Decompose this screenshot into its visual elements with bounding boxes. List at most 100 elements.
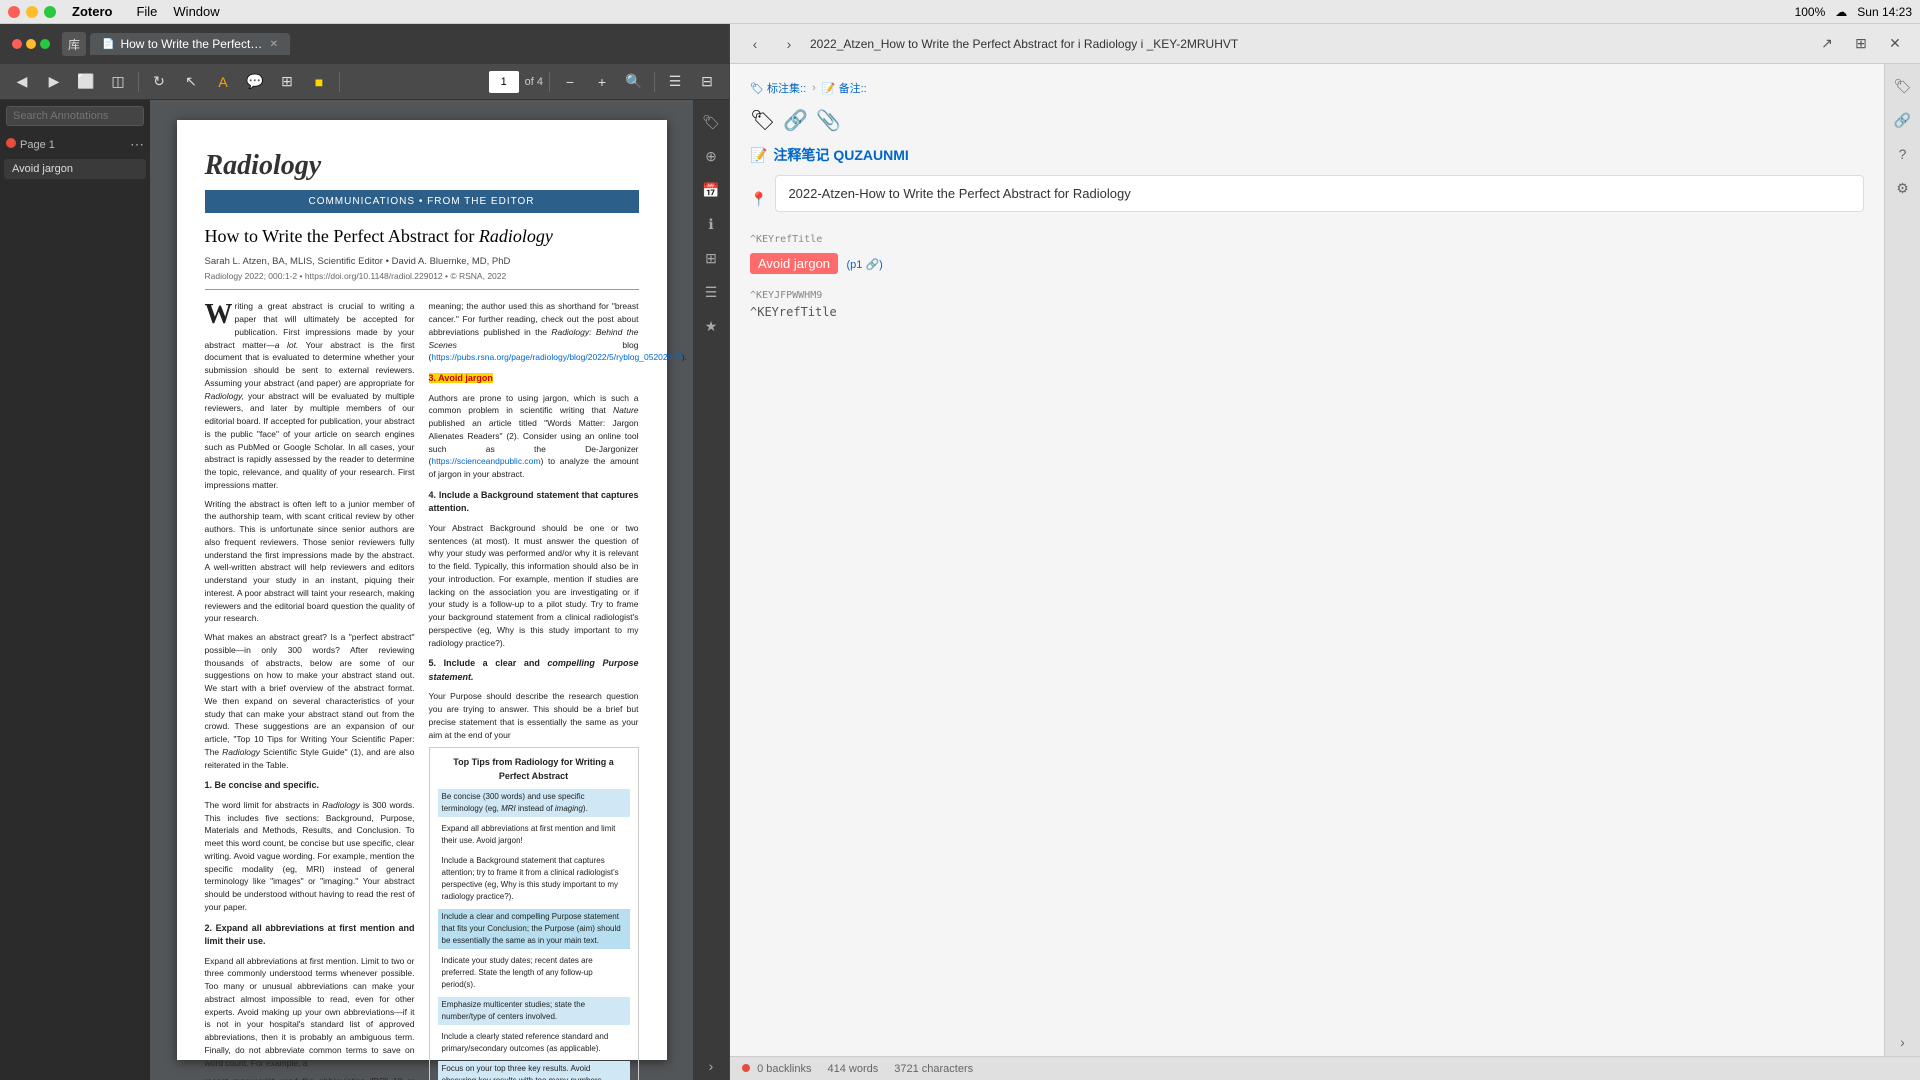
section1-heading: 1. Be concise and specific. [205, 779, 415, 793]
section1-text: The word limit for abstracts in Radiolog… [205, 799, 415, 914]
link-icon: 🔗 [783, 108, 808, 133]
minimize-light[interactable] [26, 6, 38, 18]
menu-window[interactable]: Window [173, 4, 219, 19]
status-bar: 0 backlinks 414 words 3721 characters [730, 1056, 1920, 1080]
color-btn[interactable]: ■ [305, 68, 333, 96]
annotation-avoid-jargon[interactable]: Avoid jargon [4, 159, 146, 179]
cursor-btn[interactable]: ↖ [177, 68, 205, 96]
tip-6: Emphasize multicenter studies; state the… [438, 997, 630, 1025]
section2-text: Expand all abbreviations at first mentio… [205, 955, 415, 1070]
tag-side-icon[interactable]: 🏷 [1889, 72, 1917, 100]
breadcrumb-sep: › [812, 82, 816, 94]
pdf-right-icons: 🏷 ⊕ 📅 ℹ ⊞ ☰ ★ › [693, 100, 729, 1080]
authors: Sarah L. Atzen, BA, MLIS, Scientific Edi… [205, 256, 639, 267]
pdf-tag-icon[interactable]: 🏷 [697, 108, 725, 136]
outline-btn[interactable]: ☰ [661, 68, 689, 96]
zoom-out-btn[interactable]: − [556, 68, 584, 96]
pdf-star-icon[interactable]: ★ [697, 312, 725, 340]
menubar-right: 100% ☁ Sun 14:23 [1795, 5, 1912, 19]
section2-heading: 2. Expand all abbreviations at first men… [205, 922, 415, 949]
forward-btn[interactable]: › [776, 31, 802, 57]
page-menu-btn[interactable]: ⋯ [130, 136, 144, 153]
tip-7: Include a clearly stated reference stand… [438, 1029, 630, 1057]
tip-4: Include a clear and compelling Purpose s… [438, 909, 630, 949]
pdf-tab[interactable]: 📄 How to Write the Perfect A... ✕ [90, 33, 290, 55]
right-toolbar: ‹ › 2022_Atzen_How to Write the Perfect … [730, 24, 1920, 64]
breadcrumb-1[interactable]: 🏷 标注集:: [750, 80, 806, 96]
tip-5: Indicate your study dates; recent dates … [438, 953, 630, 993]
area-select-btn[interactable]: ⊞ [273, 68, 301, 96]
divider3 [549, 72, 550, 92]
dropcap: W [205, 300, 233, 326]
pdf-info-icon[interactable]: ℹ [697, 210, 725, 238]
traffic-lights [8, 6, 56, 18]
pdf-list-icon[interactable]: ☰ [697, 278, 725, 306]
menu-file[interactable]: File [136, 4, 157, 19]
pdf-nav-icon[interactable]: › [697, 1052, 725, 1080]
tip-1: Be concise (300 words) and use specific … [438, 789, 630, 817]
share-btn[interactable]: ↗ [1814, 31, 1840, 57]
tip-8: Focus on your top three key results. Avo… [438, 1061, 630, 1080]
pdf-related-icon[interactable]: ⊕ [697, 142, 725, 170]
tips-box: Top Tips from Radiology for Writing a Pe… [429, 747, 639, 1080]
body-perfect: What makes an abstract great? Is a "perf… [205, 631, 415, 771]
sync-icon[interactable]: ☁ [1835, 5, 1847, 19]
note-title-text: 2022-Atzen-How to Write the Perfect Abst… [788, 186, 1851, 201]
back-btn[interactable]: ‹ [742, 31, 768, 57]
section4-text: Your Abstract Background should be one o… [429, 522, 639, 650]
close-panel-btn[interactable]: ✕ [1882, 31, 1908, 57]
related-side-icon[interactable]: 🔗 [1889, 106, 1917, 134]
ref-title-area: 📍 2022-Atzen-How to Write the Perfect Ab… [750, 175, 1864, 224]
help-side-icon[interactable]: ? [1889, 140, 1917, 168]
rotate-btn[interactable]: ↻ [145, 68, 173, 96]
pdf-close-btn[interactable] [12, 39, 22, 49]
close-light[interactable] [8, 6, 20, 18]
journal-header: Radiology [205, 150, 639, 182]
search-annotations-input[interactable] [6, 106, 144, 126]
zoom-in-btn[interactable]: + [588, 68, 616, 96]
pdf-tab-bar: 库 📄 How to Write the Perfect A... ✕ [0, 24, 729, 64]
body-middle: Writing the abstract is often left to a … [205, 498, 415, 626]
library-icon[interactable]: 库 [62, 32, 86, 56]
note-section-container: 📝 注释笔记 QUZAUNMI 📍 2022-Atzen-How to Writ… [750, 145, 1864, 319]
breadcrumb-2[interactable]: 📝 备注:: [822, 80, 867, 96]
highlight-btn[interactable]: A [209, 68, 237, 96]
pdf-nav-prev-btn[interactable]: ◀ [8, 68, 36, 96]
pdf-nav-next-btn[interactable]: ▶ [40, 68, 68, 96]
breadcrumb-area: 🏷 标注集:: › 📝 备注:: [750, 80, 1864, 96]
article-title-italic: Radiology [479, 226, 553, 246]
tag-value: ^KEYrefTitle [750, 305, 1864, 319]
pdf-grid-icon[interactable]: ⊞ [697, 244, 725, 272]
pdf-max-btn[interactable] [40, 39, 50, 49]
sidebar-page-section: Page 1 ⋯ [0, 132, 150, 157]
pdf-viewer[interactable]: Radiology COMMUNICATIONS • FROM THE EDIT… [150, 100, 693, 1080]
section3-heading: 3. Avoid jargon [429, 372, 639, 386]
key-label-2: ^KEYJFPWWHM9 [750, 290, 1864, 301]
pdf-search-btn[interactable]: 🔍 [620, 68, 648, 96]
page-total: of 4 [525, 76, 543, 88]
settings-side-icon[interactable]: ⚙ [1889, 174, 1917, 202]
pdf-calendar-icon[interactable]: 📅 [697, 176, 725, 204]
sticky-note-btn[interactable]: 💬 [241, 68, 269, 96]
fit-width-btn[interactable]: ⬜ [72, 68, 100, 96]
datetime: Sun 14:23 [1857, 5, 1912, 19]
main-app: 库 📄 How to Write the Perfect A... ✕ ◀ ▶ … [0, 24, 1920, 1080]
section3-text: Authors are prone to using jargon, which… [429, 392, 639, 481]
app-name: Zotero [72, 4, 112, 19]
pdf-tab-close[interactable]: ✕ [270, 39, 278, 50]
annotation-area: Avoid jargon (p1 🔗) [750, 253, 1864, 278]
page-number-input[interactable]: 1 [489, 71, 519, 93]
pdf-tab-title: How to Write the Perfect A... [120, 37, 263, 51]
collapse-side-icon[interactable]: › [1889, 1028, 1917, 1056]
pdf-min-btn[interactable] [26, 39, 36, 49]
journal-logo: Radiology [205, 150, 639, 182]
view-btn[interactable]: ⊞ [1848, 31, 1874, 57]
maximize-light[interactable] [44, 6, 56, 18]
body-intro: Writing a great abstract is crucial to w… [205, 300, 415, 491]
split-btn[interactable]: ⊟ [693, 68, 721, 96]
fit-page-btn[interactable]: ◫ [104, 68, 132, 96]
page-dot [6, 138, 16, 148]
page-label: Page 1 [20, 139, 55, 151]
words-status: 414 words [827, 1063, 878, 1075]
annotation-link[interactable]: (p1 🔗) [847, 259, 883, 271]
